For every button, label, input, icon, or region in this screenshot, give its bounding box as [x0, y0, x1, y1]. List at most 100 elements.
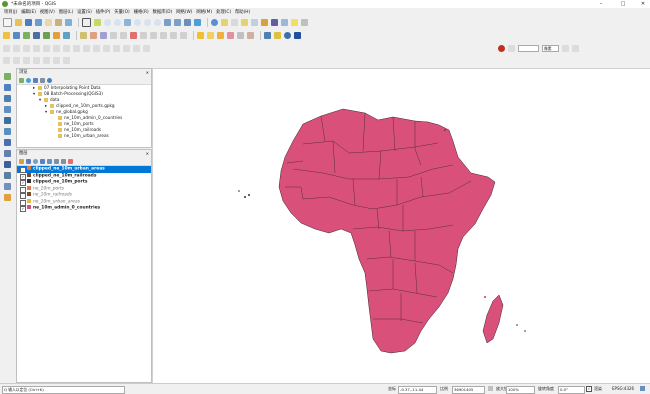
style-manager-icon[interactable] — [65, 18, 72, 26]
close-button[interactable]: ✕ — [636, 0, 650, 8]
deselect-icon[interactable] — [231, 18, 238, 26]
new-print-layout-icon[interactable] — [45, 18, 52, 26]
digitize-tool-icon[interactable] — [103, 44, 110, 52]
zoom-next-icon[interactable] — [174, 18, 181, 26]
shape-tool-icon[interactable] — [3, 56, 10, 64]
new-project-icon[interactable] — [3, 17, 12, 27]
label-tool-icon[interactable] — [197, 31, 204, 39]
add-mssql-icon[interactable] — [3, 139, 11, 146]
statistics-icon[interactable] — [271, 18, 278, 26]
select-features-icon[interactable] — [221, 18, 228, 26]
shape-tool-icon[interactable] — [13, 56, 20, 64]
digitize-tool-icon[interactable] — [113, 44, 120, 52]
tolerance-field[interactable] — [518, 44, 539, 52]
digitize-tool-icon[interactable] — [53, 44, 60, 52]
unit-select[interactable]: 像素 — [542, 44, 559, 52]
copy-features-icon[interactable] — [150, 31, 157, 39]
digitize-tool-icon[interactable] — [123, 44, 130, 52]
minimize-button[interactable]: – — [594, 0, 608, 8]
digitize-tool-icon[interactable] — [43, 44, 50, 52]
snapping-icon[interactable] — [498, 44, 505, 52]
open-project-icon[interactable] — [15, 18, 22, 26]
refresh-icon[interactable] — [194, 18, 201, 26]
save-edits-icon[interactable] — [100, 31, 107, 39]
select-by-value-icon[interactable] — [241, 18, 248, 26]
digitize-tool-icon[interactable] — [23, 44, 30, 52]
highlight-label-icon[interactable] — [217, 31, 224, 39]
add-feature-icon[interactable] — [110, 31, 117, 39]
zoom-native-icon[interactable] — [154, 18, 161, 26]
snap-mode-icon[interactable] — [508, 44, 515, 52]
collapse-all-layers-icon[interactable] — [61, 158, 66, 164]
plugin-icon[interactable] — [294, 31, 301, 39]
open-styling-icon[interactable] — [19, 158, 24, 164]
add-wcs-icon[interactable] — [3, 183, 11, 190]
add-virtual-layer-icon[interactable] — [53, 31, 60, 39]
delete-selected-icon[interactable] — [130, 31, 137, 39]
add-delimited-text-icon[interactable] — [43, 31, 50, 39]
pan-icon[interactable] — [82, 17, 91, 27]
vertex-tool-icon[interactable] — [120, 31, 127, 39]
pan-to-selection-icon[interactable] — [94, 18, 101, 26]
new-map-view-icon[interactable] — [184, 18, 191, 26]
remove-layer-icon[interactable] — [68, 158, 73, 164]
move-label-icon[interactable] — [227, 31, 234, 39]
add-virtual-icon[interactable] — [3, 194, 11, 201]
zoom-full-icon[interactable] — [124, 18, 131, 26]
digitize-tool-icon[interactable] — [63, 44, 70, 52]
undo-icon[interactable] — [170, 31, 177, 39]
toggle-editing-icon[interactable] — [90, 31, 97, 39]
digitize-tool-icon[interactable] — [143, 44, 150, 52]
shape-tool-icon[interactable] — [23, 56, 30, 64]
save-project-icon[interactable] — [25, 18, 32, 26]
browser-panel-close-icon[interactable]: ✕ — [146, 69, 149, 76]
add-oracle-icon[interactable] — [3, 150, 11, 157]
properties-icon[interactable] — [47, 77, 52, 83]
lock-scale-icon[interactable] — [488, 386, 493, 391]
annotation-icon[interactable] — [301, 18, 308, 26]
add-delimited-icon[interactable] — [3, 106, 11, 113]
add-raster-layer-icon[interactable] — [23, 31, 30, 39]
zoom-last-icon[interactable] — [164, 18, 171, 26]
map-tips-icon[interactable] — [291, 18, 298, 26]
globe-icon[interactable] — [284, 31, 291, 39]
db-manager-icon[interactable] — [264, 31, 271, 39]
shape-tool-icon[interactable] — [33, 56, 40, 64]
message-log-icon[interactable] — [640, 386, 645, 391]
shape-tool-icon[interactable] — [53, 56, 60, 64]
shape-tool-icon[interactable] — [43, 56, 50, 64]
change-label-icon[interactable] — [247, 31, 254, 39]
locator-search-input[interactable]: Q 输入以定位 (Ctrl+K) — [2, 385, 125, 394]
crs-label[interactable]: EPSG:4326 — [612, 386, 634, 391]
add-wms-icon[interactable] — [63, 31, 70, 39]
filter-expression-icon[interactable] — [47, 158, 52, 164]
layer-item[interactable]: ✓ ne_10m_admin_0_countries — [17, 205, 151, 212]
add-wfs-icon[interactable] — [3, 172, 11, 179]
add-selected-icon[interactable] — [19, 77, 24, 83]
digitize-tool-icon[interactable] — [83, 44, 90, 52]
render-checkbox[interactable]: ✓ — [586, 386, 592, 392]
attribute-table-icon[interactable] — [251, 18, 258, 26]
add-group-icon[interactable] — [26, 158, 31, 164]
collapse-all-icon[interactable] — [40, 77, 45, 83]
measure-icon[interactable] — [281, 18, 288, 26]
scale-field[interactable]: 36901405 — [452, 385, 485, 394]
maximize-button[interactable]: □ — [616, 0, 630, 8]
rotate-label-icon[interactable] — [237, 31, 244, 39]
magnifier-field[interactable]: 100% — [506, 385, 535, 394]
layer-visibility-checkbox[interactable]: ✓ — [20, 206, 26, 212]
zoom-in-icon[interactable] — [104, 18, 111, 26]
add-postgis-icon[interactable] — [33, 31, 40, 39]
add-wms-layer-icon[interactable] — [3, 161, 11, 168]
coordinate-field[interactable]: -9.37,-11.44 — [398, 385, 437, 394]
digitize-tool-icon[interactable] — [73, 44, 80, 52]
add-vector-layer-icon[interactable] — [13, 31, 20, 39]
add-vector-icon[interactable] — [3, 73, 11, 80]
zoom-out-icon[interactable] — [114, 18, 121, 26]
refresh-browser-icon[interactable] — [26, 77, 31, 83]
digitize-tool-icon[interactable] — [33, 44, 40, 52]
layers-panel-close-icon[interactable]: ✕ — [146, 150, 149, 157]
digitize-tool-icon[interactable] — [133, 44, 140, 52]
filter-legend-icon[interactable] — [40, 158, 45, 164]
cut-features-icon[interactable] — [140, 31, 147, 39]
